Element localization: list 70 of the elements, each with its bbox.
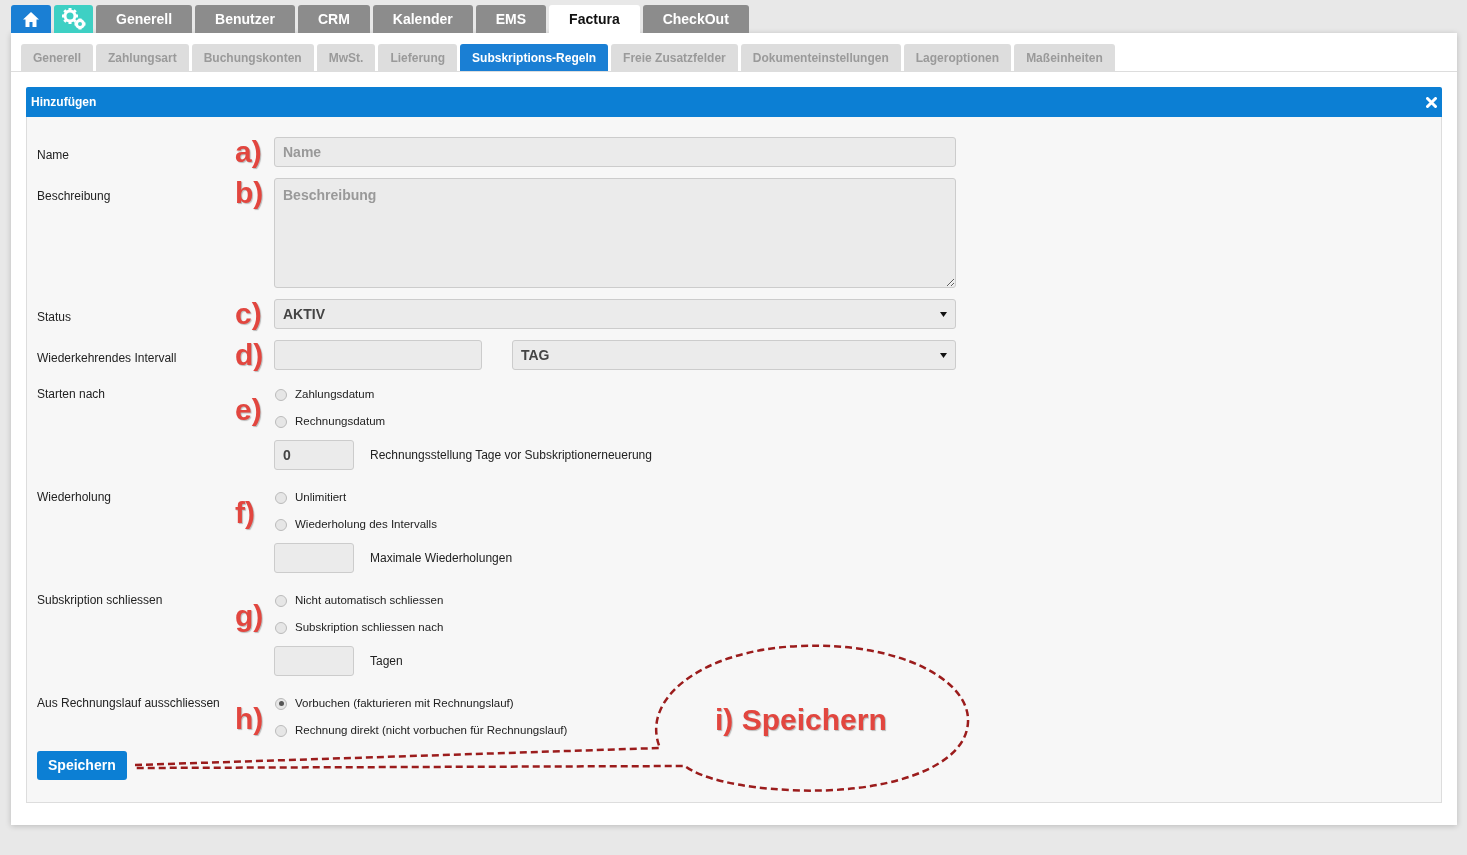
main-tab[interactable]: Factura: [549, 5, 640, 33]
field-label: Wiederholung: [37, 490, 113, 506]
option-label: Wiederholung des Intervalls: [295, 516, 437, 532]
option-label: Vorbuchen (fakturieren mit Rechnungslauf): [295, 695, 514, 711]
input-field[interactable]: [274, 340, 482, 370]
close-icon[interactable]: [1426, 96, 1437, 108]
field-label: Wiederkehrendes Intervall: [37, 350, 178, 367]
option-label: Rechnung direkt (nicht vorbuchen für Rechnungslauf): [295, 722, 568, 738]
caret-icon: [940, 311, 947, 317]
input-field[interactable]: 0: [274, 440, 354, 470]
option-label: Subskription schliessen nach: [295, 619, 444, 635]
radio-button[interactable]: [275, 621, 287, 634]
input-field[interactable]: Name: [274, 137, 956, 167]
field-label: Name: [37, 147, 70, 164]
sub-tab[interactable]: Generell: [21, 44, 94, 71]
main-tab[interactable]: Kalender: [372, 5, 473, 33]
input-field[interactable]: [274, 646, 354, 676]
radio-button[interactable]: [275, 518, 287, 531]
sub-tab[interactable]: Lageroptionen: [903, 44, 1012, 71]
main-tab[interactable]: CRM: [297, 5, 370, 33]
radio-button[interactable]: [275, 388, 287, 401]
annotation-label: b): [235, 178, 265, 211]
field-label: Subskription schliessen: [37, 593, 164, 609]
field-label: Status: [37, 309, 73, 326]
sub-tab[interactable]: Subskriptions-Regeln: [460, 44, 609, 71]
main-tab[interactable]: Generell: [96, 5, 193, 33]
sub-tab[interactable]: Buchungskonten: [191, 44, 314, 71]
field-caption: Tagen: [370, 653, 403, 670]
radio-button[interactable]: [275, 594, 287, 607]
main-tab[interactable]: CheckOut: [642, 5, 749, 33]
field-label: Aus Rechnungslauf ausschliessen: [37, 696, 221, 712]
annotation-label: h): [235, 704, 265, 734]
option-label: Nicht automatisch schliessen: [295, 592, 444, 608]
annotation-label: a): [235, 137, 263, 167]
callout-text: i) Speichern: [715, 702, 887, 738]
sub-tab[interactable]: MwSt.: [316, 44, 376, 71]
select-field[interactable]: AKTIV: [274, 299, 956, 329]
main-tab[interactable]: EMS: [475, 5, 547, 33]
annotation-label: d): [235, 340, 265, 370]
main-tab[interactable]: Benutzer: [195, 5, 295, 33]
sub-tab[interactable]: Freie Zusatzfelder: [611, 44, 738, 71]
radio-button[interactable]: [275, 415, 287, 428]
annotation-label: c): [235, 299, 263, 329]
option-label: Unlimitiert: [295, 489, 347, 505]
settings-tab[interactable]: [54, 5, 93, 33]
option-label: Zahlungsdatum: [295, 386, 375, 402]
annotation-label: g): [235, 601, 265, 631]
field-caption: Rechnungsstellung Tage vor Subskriptionerneuerung: [370, 447, 652, 464]
save-button[interactable]: Speichern: [37, 751, 127, 780]
radio-button[interactable]: [275, 491, 287, 504]
field-caption: Maximale Wiederholungen: [370, 550, 513, 567]
option-label: Rechnungsdatum: [295, 413, 386, 429]
text-area[interactable]: Beschreibung: [274, 178, 956, 288]
select-field[interactable]: TAG: [512, 340, 956, 370]
sub-tab[interactable]: Dokumenteinstellungen: [740, 44, 901, 71]
radio-button[interactable]: [275, 697, 287, 710]
sub-tab[interactable]: Maßeinheiten: [1014, 44, 1115, 71]
field-label: Beschreibung: [37, 188, 112, 205]
home-icon: [22, 10, 40, 28]
annotation-label: f): [235, 498, 256, 528]
caret-icon: [940, 352, 947, 358]
sub-tab[interactable]: Lieferung: [378, 44, 458, 71]
sub-tab[interactable]: Zahlungsart: [96, 44, 189, 71]
field-label: Starten nach: [37, 387, 107, 403]
radio-button[interactable]: [275, 724, 287, 737]
input-field[interactable]: [274, 543, 354, 573]
annotation-label: e): [235, 395, 263, 425]
home-tab[interactable]: [11, 5, 51, 33]
panel-title: Hinzufügen: [31, 94, 97, 111]
gears-icon: [60, 7, 87, 31]
